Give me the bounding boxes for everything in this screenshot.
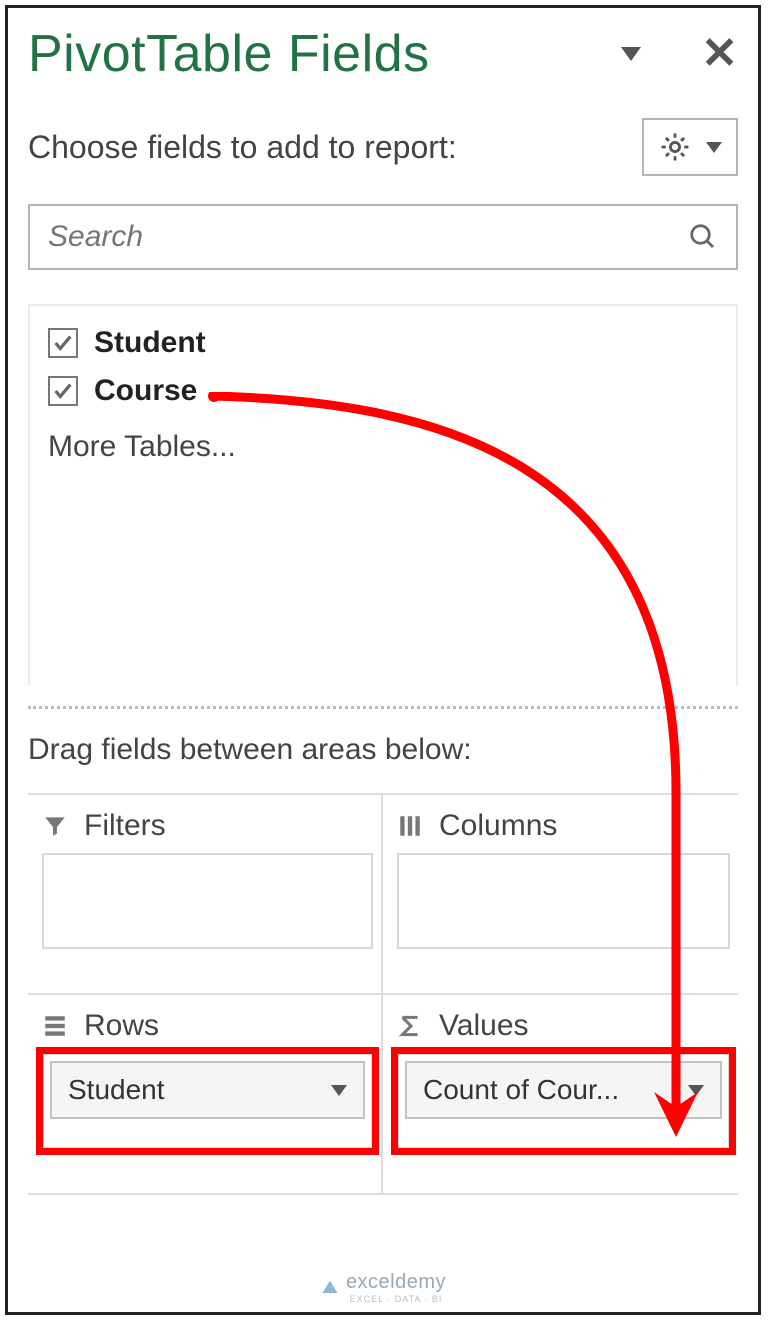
area-rows[interactable]: Rows Student xyxy=(28,995,383,1195)
checkbox-checked-icon[interactable] xyxy=(48,376,78,406)
divider xyxy=(28,706,738,709)
area-columns[interactable]: Columns xyxy=(383,795,738,995)
filters-dropzone[interactable] xyxy=(42,853,373,949)
fields-list: Student Course More Tables... xyxy=(28,304,738,686)
area-head: Rows xyxy=(42,1009,373,1043)
rows-icon xyxy=(42,1013,68,1039)
values-dropzone[interactable]: Count of Cour... xyxy=(397,1053,730,1149)
columns-icon xyxy=(397,813,423,839)
field-label: Course xyxy=(94,374,197,408)
area-head: Filters xyxy=(42,809,373,843)
area-title: Filters xyxy=(84,809,166,843)
areas-grid: Filters Columns xyxy=(28,793,738,1195)
field-item-student[interactable]: Student xyxy=(48,326,718,360)
watermark-sub: EXCEL · DATA · BI xyxy=(346,1294,446,1304)
chevron-down-icon xyxy=(688,1085,704,1096)
chevron-down-icon xyxy=(331,1085,347,1096)
more-tables-link[interactable]: More Tables... xyxy=(48,430,718,464)
rows-pill-student[interactable]: Student xyxy=(50,1061,365,1119)
panel-header: PivotTable Fields ✕ xyxy=(28,24,738,84)
gear-icon xyxy=(658,130,692,164)
search-input[interactable] xyxy=(48,220,688,254)
area-head: Columns xyxy=(397,809,730,843)
collapse-caret-icon[interactable] xyxy=(621,47,641,61)
area-values[interactable]: Values Count of Cour... xyxy=(383,995,738,1195)
close-icon[interactable]: ✕ xyxy=(701,32,738,76)
filter-icon xyxy=(42,813,68,839)
chevron-down-icon xyxy=(706,142,722,153)
watermark: exceldemy EXCEL · DATA · BI xyxy=(8,1271,758,1304)
columns-dropzone[interactable] xyxy=(397,853,730,949)
values-pill-count-course[interactable]: Count of Cour... xyxy=(405,1061,722,1119)
search-icon xyxy=(688,222,718,252)
tools-button[interactable] xyxy=(642,118,738,176)
field-label: Student xyxy=(94,326,206,360)
logo-icon xyxy=(320,1278,340,1298)
checkbox-checked-icon[interactable] xyxy=(48,328,78,358)
sigma-icon xyxy=(397,1013,423,1039)
drag-instruction: Drag fields between areas below: xyxy=(28,733,738,767)
area-filters[interactable]: Filters xyxy=(28,795,383,995)
field-item-course[interactable]: Course xyxy=(48,374,718,408)
area-title: Columns xyxy=(439,809,557,843)
pill-label: Student xyxy=(68,1074,165,1106)
subheader-text: Choose fields to add to report: xyxy=(28,129,457,166)
pivottable-fields-panel: PivotTable Fields ✕ Choose fields to add… xyxy=(5,5,761,1315)
search-box[interactable] xyxy=(28,204,738,270)
area-head: Values xyxy=(397,1009,730,1043)
panel-title: PivotTable Fields xyxy=(28,24,430,84)
area-title: Rows xyxy=(84,1009,159,1043)
pill-label: Count of Cour... xyxy=(423,1074,619,1106)
watermark-brand: exceldemy xyxy=(346,1271,446,1294)
header-controls: ✕ xyxy=(621,32,738,76)
area-title: Values xyxy=(439,1009,529,1043)
rows-dropzone[interactable]: Student xyxy=(42,1053,373,1149)
subheader-row: Choose fields to add to report: xyxy=(28,118,738,176)
